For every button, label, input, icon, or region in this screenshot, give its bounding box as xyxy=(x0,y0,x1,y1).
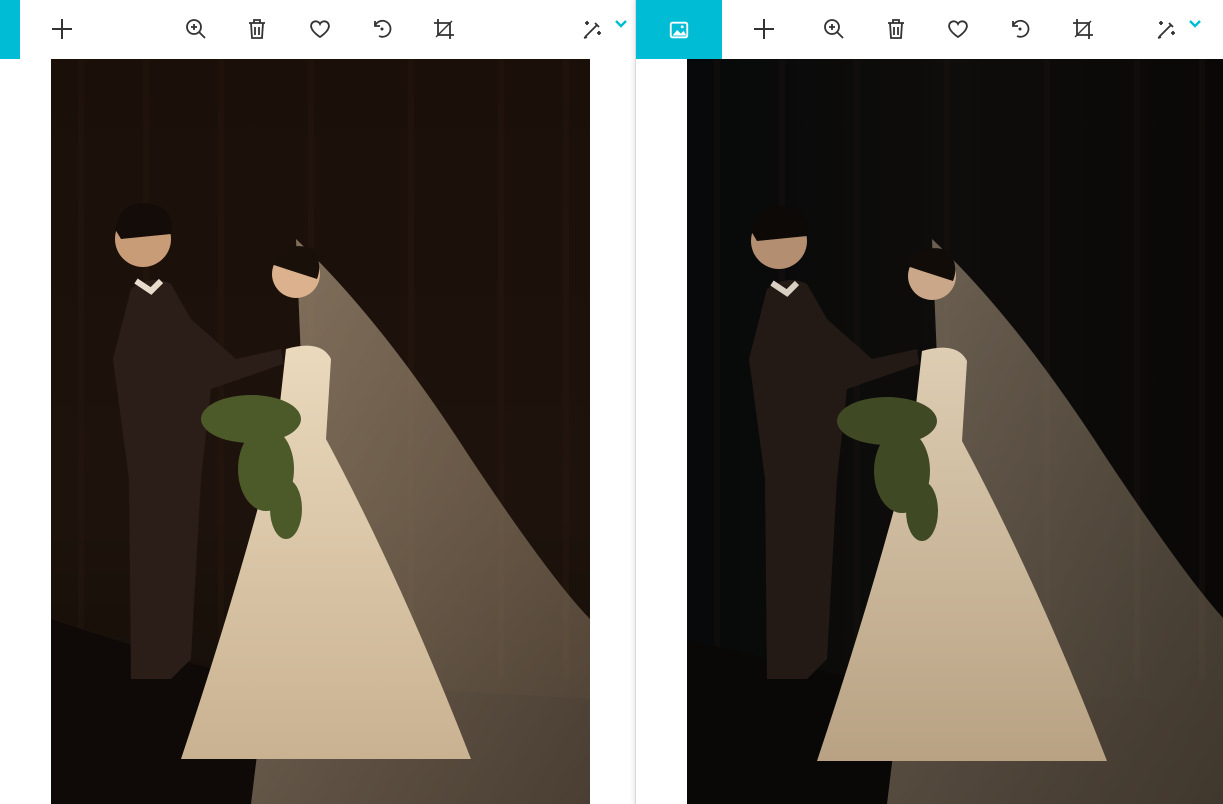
crop-icon[interactable] xyxy=(427,12,461,46)
rotate-icon[interactable] xyxy=(365,12,399,46)
zoom-in-icon[interactable] xyxy=(817,12,851,46)
chevron-down-icon[interactable] xyxy=(1188,17,1202,31)
right-pane xyxy=(635,0,1223,804)
left-photo xyxy=(51,59,590,804)
rotate-icon[interactable] xyxy=(1003,12,1037,46)
image-icon xyxy=(668,19,690,41)
plus-icon[interactable] xyxy=(45,12,79,46)
photo-compare-app xyxy=(0,0,1223,804)
left-accent-tab[interactable] xyxy=(0,0,20,59)
right-photo xyxy=(687,59,1223,804)
left-toolbar xyxy=(0,0,635,59)
chevron-down-icon[interactable] xyxy=(614,17,628,31)
plus-icon[interactable] xyxy=(747,12,781,46)
image-tab[interactable] xyxy=(636,0,722,59)
magic-edit-icon[interactable] xyxy=(576,12,610,46)
magic-edit-icon[interactable] xyxy=(1150,12,1184,46)
trash-icon[interactable] xyxy=(879,12,913,46)
left-pane xyxy=(0,0,635,804)
heart-icon[interactable] xyxy=(303,12,337,46)
zoom-in-icon[interactable] xyxy=(179,12,213,46)
right-toolbar xyxy=(636,0,1223,59)
trash-icon[interactable] xyxy=(240,12,274,46)
heart-icon[interactable] xyxy=(941,12,975,46)
wedding-couple-photo xyxy=(51,59,590,804)
wedding-couple-photo-edited xyxy=(687,59,1223,804)
crop-icon[interactable] xyxy=(1066,12,1100,46)
